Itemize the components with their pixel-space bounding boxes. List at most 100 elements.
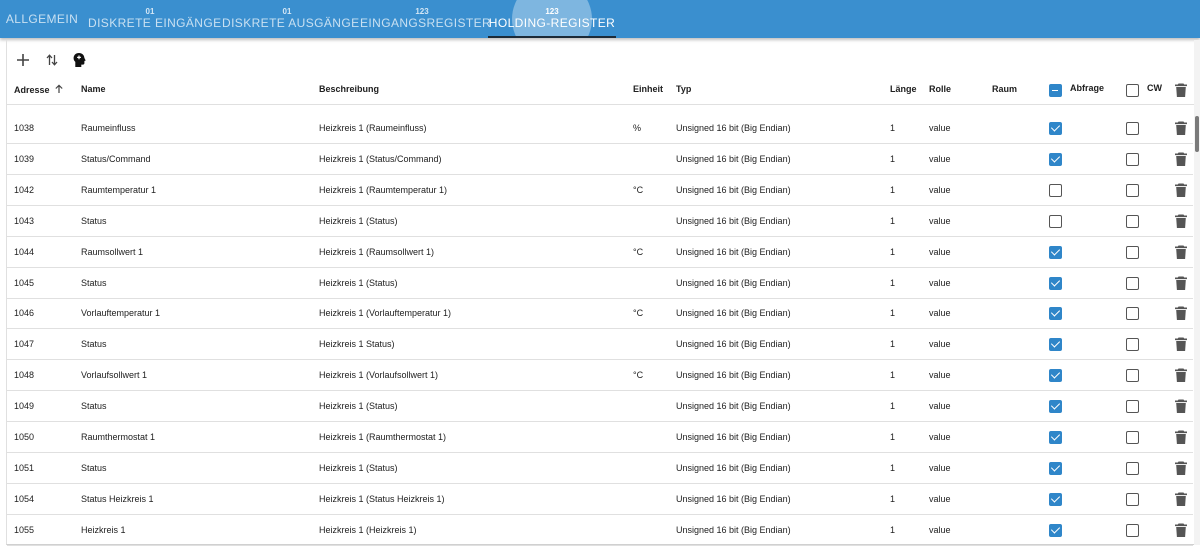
cw-checkbox[interactable]: [1126, 400, 1139, 414]
header-room[interactable]: Raum: [992, 84, 1017, 94]
cell-type[interactable]: Unsigned 16 bit (Big Endian): [676, 308, 791, 318]
cell-description[interactable]: Heizkreis 1 (Status Heizkreis 1): [319, 494, 445, 504]
cell-length[interactable]: 1: [890, 154, 895, 164]
cell-description[interactable]: Heizkreis 1 (Raumthermostat 1): [319, 432, 446, 442]
cell-role[interactable]: value: [929, 525, 951, 535]
table-row[interactable]: 1044 Raumsollwert 1 Heizkreis 1 (Raumsollw…: [7, 237, 1193, 268]
table-row[interactable]: 1045 Status Heizkreis 1 (Status) Unsigned 1…: [7, 268, 1193, 299]
cell-role[interactable]: value: [929, 370, 951, 380]
cw-checkbox[interactable]: [1126, 431, 1139, 444]
cw-checkbox[interactable]: [1126, 245, 1139, 259]
table-row[interactable]: 1039 Status/Command Heizkreis 1 (Status/Co…: [7, 144, 1193, 175]
cell-length[interactable]: 1: [890, 463, 895, 473]
table-row[interactable]: 1051 Status Heizkreis 1 (Status) Unsigned 1…: [7, 453, 1193, 484]
tab-diskrete-ausgaenge[interactable]: 01 DISKRETE AUSGÄNGE: [222, 0, 359, 38]
cell-address[interactable]: 1044: [14, 247, 34, 257]
cell-role[interactable]: value: [929, 278, 951, 288]
cell-unit[interactable]: °C: [633, 185, 643, 195]
delete-icon[interactable]: [1174, 460, 1188, 476]
cell-unit[interactable]: %: [633, 123, 641, 133]
cell-address[interactable]: 1046: [14, 308, 34, 318]
delete-all-icon[interactable]: [1174, 82, 1188, 98]
cell-name[interactable]: Status: [81, 401, 107, 411]
cw-checkbox[interactable]: [1126, 276, 1139, 290]
cell-length[interactable]: 1: [890, 185, 895, 195]
cell-role[interactable]: value: [929, 154, 951, 164]
cell-name[interactable]: Raumeinfluss: [81, 123, 136, 133]
cw-checkbox[interactable]: [1126, 461, 1139, 475]
table-row[interactable]: 1049 Status Heizkreis 1 (Status) Unsigned 1…: [7, 391, 1193, 423]
cw-checkbox[interactable]: [1126, 183, 1139, 197]
poll-checkbox[interactable]: [1049, 369, 1062, 383]
cell-address[interactable]: 1050: [14, 432, 34, 442]
delete-icon[interactable]: [1174, 522, 1188, 538]
table-row[interactable]: 1038 Raumeinfluss Heizkreis 1 (Raumeinflus…: [7, 113, 1193, 144]
tab-eingangsregister[interactable]: 123 EINGANGSREGISTER: [360, 0, 491, 38]
cell-length[interactable]: 1: [890, 525, 895, 535]
delete-icon[interactable]: [1174, 120, 1188, 136]
cell-length[interactable]: 1: [890, 308, 895, 318]
table-row[interactable]: 1048 Vorlaufsollwert 1 Heizkreis 1 (Vorlau…: [7, 360, 1193, 392]
poll-checkbox[interactable]: [1049, 461, 1062, 475]
poll-checkbox[interactable]: [1049, 183, 1062, 197]
delete-icon[interactable]: [1174, 336, 1188, 352]
cw-checkbox[interactable]: [1126, 152, 1139, 166]
header-poll[interactable]: Abfrage: [1070, 83, 1104, 93]
delete-icon[interactable]: [1174, 429, 1188, 445]
cell-type[interactable]: Unsigned 16 bit (Big Endian): [676, 216, 791, 226]
cell-description[interactable]: Heizkreis 1 (Status): [319, 401, 398, 411]
tab-allgemein[interactable]: ALLGEMEIN: [4, 0, 80, 38]
cell-length[interactable]: 1: [890, 123, 895, 133]
cell-address[interactable]: 1054: [14, 494, 34, 504]
header-type[interactable]: Typ: [676, 84, 691, 94]
cell-description[interactable]: Heizkreis 1 (Vorlaufsollwert 1): [319, 370, 438, 380]
cell-type[interactable]: Unsigned 16 bit (Big Endian): [676, 432, 791, 442]
add-button[interactable]: [9, 46, 37, 74]
cell-name[interactable]: Status/Command: [81, 154, 151, 164]
scrollbar-thumb[interactable]: [1195, 116, 1199, 152]
cell-length[interactable]: 1: [890, 216, 895, 226]
cell-role[interactable]: value: [929, 247, 951, 257]
tab-holding-register[interactable]: 123 HOLDING-REGISTER: [488, 0, 616, 38]
poll-checkbox[interactable]: [1049, 400, 1062, 414]
cell-address[interactable]: 1042: [14, 185, 34, 195]
cell-length[interactable]: 1: [890, 494, 895, 504]
cell-description[interactable]: Heizkreis 1 (Status): [319, 216, 398, 226]
vertical-scrollbar[interactable]: [1194, 40, 1200, 545]
import-button[interactable]: [65, 46, 93, 74]
cell-address[interactable]: 1051: [14, 463, 34, 473]
cell-address[interactable]: 1045: [14, 278, 34, 288]
cell-role[interactable]: value: [929, 185, 951, 195]
poll-checkbox[interactable]: [1049, 338, 1062, 352]
cell-role[interactable]: value: [929, 339, 951, 349]
cell-name[interactable]: Heizkreis 1: [81, 525, 126, 535]
cell-type[interactable]: Unsigned 16 bit (Big Endian): [676, 185, 791, 195]
cell-role[interactable]: value: [929, 494, 951, 504]
cell-length[interactable]: 1: [890, 339, 895, 349]
cell-description[interactable]: Heizkreis 1 (Raumeinfluss): [319, 123, 427, 133]
cw-checkbox[interactable]: [1126, 523, 1139, 537]
header-description[interactable]: Beschreibung: [319, 84, 379, 94]
cell-name[interactable]: Status Heizkreis 1: [81, 494, 154, 504]
tab-diskrete-eingaenge[interactable]: 01 DISKRETE EINGÄNGE: [88, 0, 221, 38]
delete-icon[interactable]: [1174, 213, 1188, 229]
cell-type[interactable]: Unsigned 16 bit (Big Endian): [676, 494, 791, 504]
cell-type[interactable]: Unsigned 16 bit (Big Endian): [676, 247, 791, 257]
cell-name[interactable]: Vorlaufsollwert 1: [81, 370, 147, 380]
cell-address[interactable]: 1047: [14, 339, 34, 349]
cell-type[interactable]: Unsigned 16 bit (Big Endian): [676, 123, 791, 133]
cell-role[interactable]: value: [929, 432, 951, 442]
cell-length[interactable]: 1: [890, 401, 895, 411]
select-all-poll-checkbox[interactable]: [1049, 84, 1062, 97]
delete-icon[interactable]: [1174, 398, 1188, 414]
poll-checkbox[interactable]: [1049, 523, 1062, 537]
cw-checkbox[interactable]: [1126, 307, 1139, 321]
cell-length[interactable]: 1: [890, 370, 895, 380]
cell-unit[interactable]: °C: [633, 370, 643, 380]
cell-address[interactable]: 1049: [14, 401, 34, 411]
delete-icon[interactable]: [1174, 182, 1188, 198]
cw-checkbox[interactable]: [1126, 369, 1139, 383]
table-row[interactable]: 1042 Raumtemperatur 1 Heizkreis 1 (Raumtem…: [7, 175, 1193, 206]
cell-role[interactable]: value: [929, 216, 951, 226]
table-row[interactable]: 1050 Raumthermostat 1 Heizkreis 1 (Raumthe…: [7, 422, 1193, 453]
